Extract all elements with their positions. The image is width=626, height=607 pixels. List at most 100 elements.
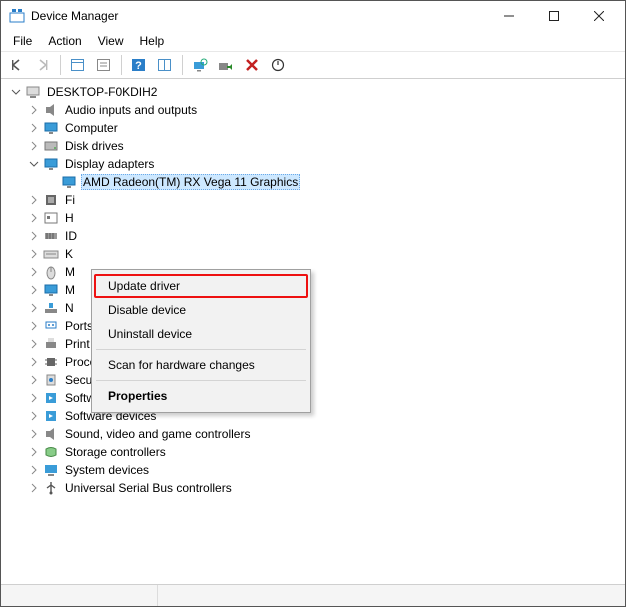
tree-node[interactable]: Computer — [27, 119, 625, 137]
tree-node[interactable]: Universal Serial Bus controllers — [27, 479, 625, 497]
help-toolbar-button[interactable]: ? — [127, 54, 151, 76]
speaker-icon — [43, 426, 59, 442]
scan-hardware-button[interactable] — [188, 54, 212, 76]
tree-node-label: Fi — [63, 193, 77, 207]
disable-toolbar-button[interactable] — [266, 54, 290, 76]
chevron-right-icon[interactable] — [27, 463, 41, 477]
tree-node[interactable]: Disk drives — [27, 137, 625, 155]
chevron-right-icon[interactable] — [27, 445, 41, 459]
tree-node-label: M — [63, 265, 77, 279]
port-icon — [43, 318, 59, 334]
properties-toolbar-button[interactable] — [92, 54, 116, 76]
software-icon — [43, 390, 59, 406]
app-icon — [9, 8, 25, 24]
ctx-scan-hardware[interactable]: Scan for hardware changes — [94, 353, 308, 377]
tree-root[interactable]: DESKTOP-F0KDIH2 — [9, 83, 625, 101]
toolbar-separator — [121, 55, 122, 75]
security-icon — [43, 372, 59, 388]
device-tree[interactable]: DESKTOP-F0KDIH2 Audio inputs and outputs… — [1, 79, 625, 584]
toolbar-separator — [182, 55, 183, 75]
uninstall-toolbar-button[interactable] — [240, 54, 264, 76]
tree-root-label: DESKTOP-F0KDIH2 — [45, 85, 159, 99]
cpu-icon — [43, 354, 59, 370]
chevron-down-icon[interactable] — [9, 85, 23, 99]
chevron-right-icon[interactable] — [27, 373, 41, 387]
ctx-disable-device[interactable]: Disable device — [94, 298, 308, 322]
tree-node[interactable]: H — [27, 209, 625, 227]
tree-leaf[interactable]: AMD Radeon(TM) RX Vega 11 Graphics — [45, 173, 625, 191]
chevron-right-icon[interactable] — [27, 247, 41, 261]
show-hidden-button[interactable] — [66, 54, 90, 76]
back-button[interactable] — [5, 54, 29, 76]
monitor-icon — [43, 282, 59, 298]
toolbar: ? — [1, 51, 625, 79]
tree-node-label: H — [63, 211, 76, 225]
ide-icon — [43, 228, 59, 244]
chevron-right-icon[interactable] — [27, 211, 41, 225]
tree-node[interactable]: ID — [27, 227, 625, 245]
chevron-right-icon[interactable] — [27, 391, 41, 405]
menubar: File Action View Help — [1, 31, 625, 51]
menu-file[interactable]: File — [5, 32, 40, 50]
maximize-button[interactable] — [531, 2, 576, 30]
ctx-separator — [96, 349, 306, 350]
chevron-right-icon[interactable] — [27, 481, 41, 495]
close-button[interactable] — [576, 2, 621, 30]
storage-icon — [43, 444, 59, 460]
tree-node[interactable]: Sound, video and game controllers — [27, 425, 625, 443]
tree-node[interactable]: Storage controllers — [27, 443, 625, 461]
tree-node-label: M — [63, 283, 77, 297]
chevron-right-icon[interactable] — [27, 337, 41, 351]
ctx-update-driver[interactable]: Update driver — [94, 274, 308, 298]
chevron-down-icon[interactable] — [27, 157, 41, 171]
chevron-right-icon[interactable] — [27, 139, 41, 153]
chevron-right-icon[interactable] — [27, 301, 41, 315]
update-driver-toolbar-button[interactable] — [214, 54, 238, 76]
mouse-icon — [43, 264, 59, 280]
tree-node-label: Display adapters — [63, 157, 156, 171]
chevron-right-icon[interactable] — [27, 103, 41, 117]
tree-node[interactable]: Fi — [27, 191, 625, 209]
monitor-icon — [43, 156, 59, 172]
chevron-right-icon[interactable] — [27, 265, 41, 279]
monitor-icon — [61, 174, 77, 190]
minimize-button[interactable] — [486, 2, 531, 30]
tree-node[interactable]: Display adapters — [27, 155, 625, 173]
menu-help[interactable]: Help — [132, 32, 173, 50]
software-icon — [43, 408, 59, 424]
chevron-right-icon[interactable] — [27, 193, 41, 207]
menu-action[interactable]: Action — [40, 32, 89, 50]
network-icon — [43, 300, 59, 316]
chevron-right-icon[interactable] — [27, 229, 41, 243]
context-menu: Update driver Disable device Uninstall d… — [91, 269, 311, 413]
tree-node[interactable]: Audio inputs and outputs — [27, 101, 625, 119]
chevron-right-icon[interactable] — [27, 283, 41, 297]
tree-node[interactable]: System devices — [27, 461, 625, 479]
svg-text:?: ? — [135, 60, 142, 72]
tree-node-label: Computer — [63, 121, 120, 135]
chevron-right-icon[interactable] — [27, 355, 41, 369]
chip-icon — [43, 192, 59, 208]
forward-button[interactable] — [31, 54, 55, 76]
tree-node-label: Storage controllers — [63, 445, 168, 459]
tree-node-label: Universal Serial Bus controllers — [63, 481, 234, 495]
status-cell — [1, 585, 158, 606]
toolbar-separator — [60, 55, 61, 75]
chevron-right-icon[interactable] — [27, 427, 41, 441]
monitor-icon — [43, 120, 59, 136]
statusbar — [1, 584, 625, 606]
chevron-right-icon[interactable] — [27, 319, 41, 333]
chevron-right-icon[interactable] — [27, 409, 41, 423]
titlebar: Device Manager — [1, 1, 625, 31]
tree-node[interactable]: K — [27, 245, 625, 263]
menu-view[interactable]: View — [90, 32, 132, 50]
ctx-properties[interactable]: Properties — [94, 384, 308, 408]
printer-icon — [43, 336, 59, 352]
tree-node-label: K — [63, 247, 75, 261]
keyboard-icon — [43, 246, 59, 262]
speaker-icon — [43, 102, 59, 118]
ctx-uninstall-device[interactable]: Uninstall device — [94, 322, 308, 346]
system-icon — [43, 462, 59, 478]
chevron-right-icon[interactable] — [27, 121, 41, 135]
view-mode-button[interactable] — [153, 54, 177, 76]
